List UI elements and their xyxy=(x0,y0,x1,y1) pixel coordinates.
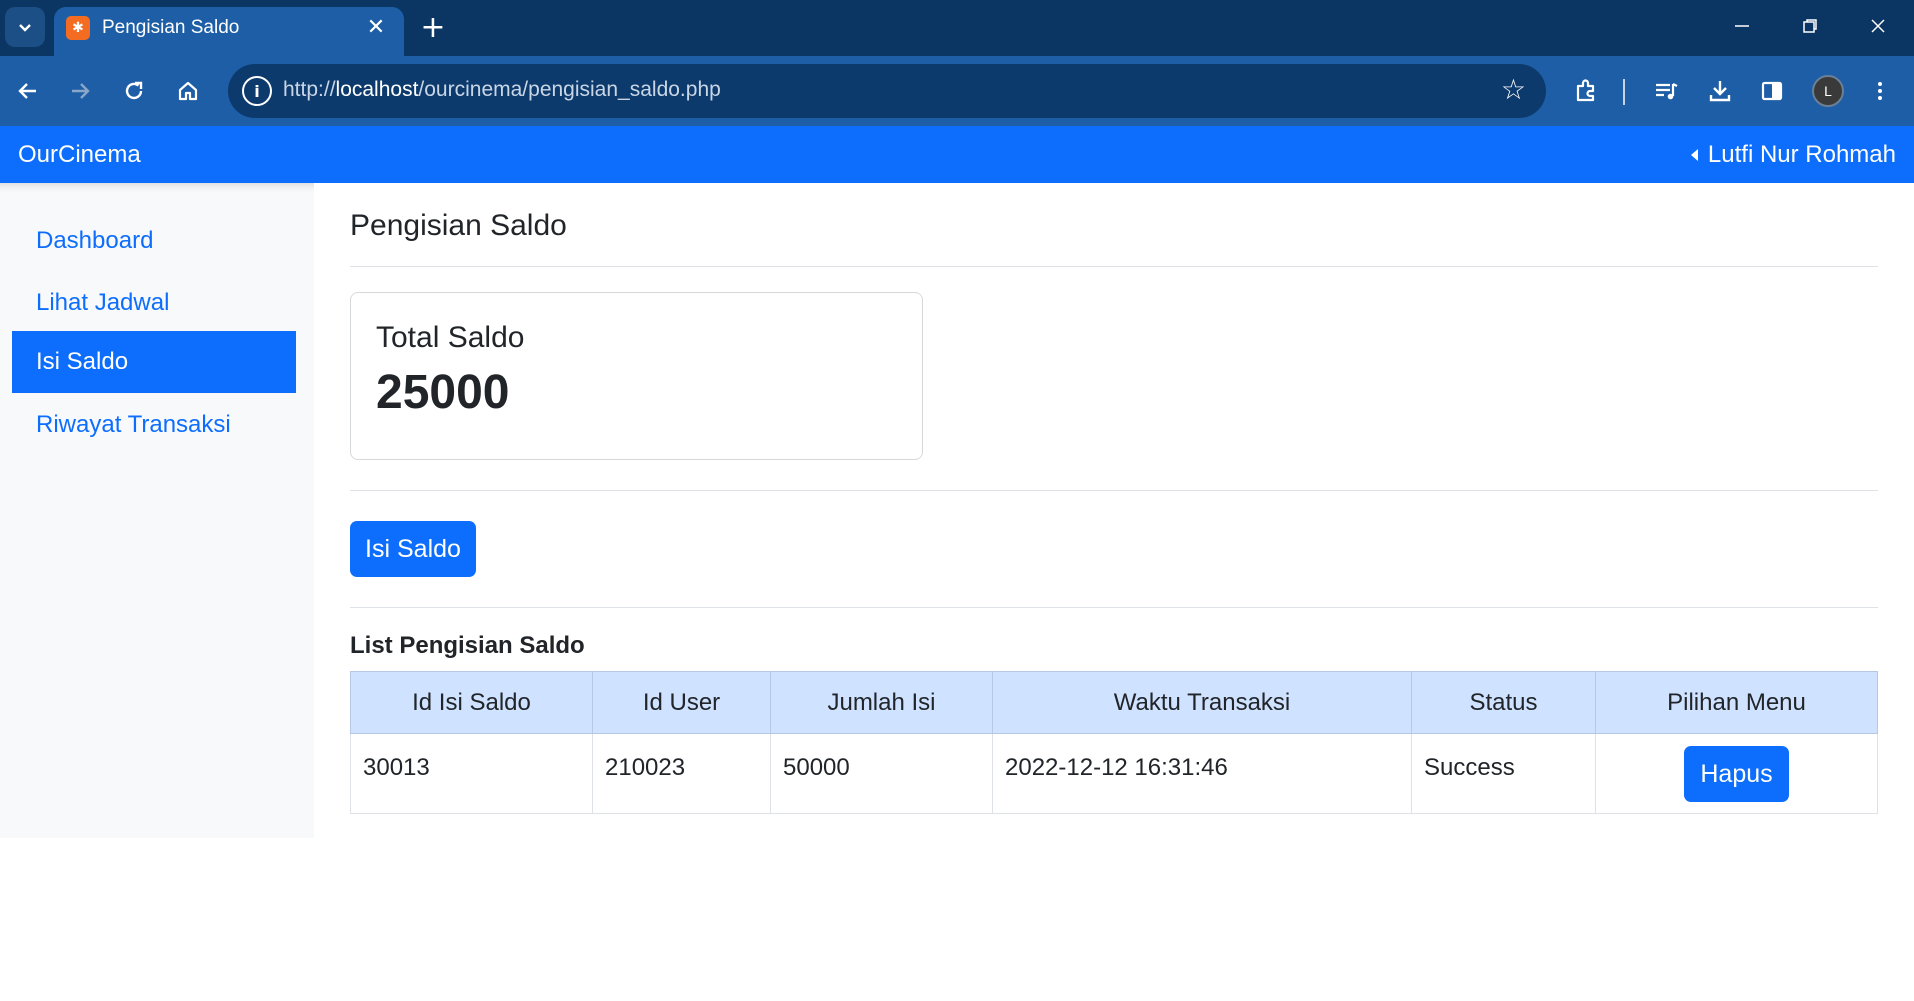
forward-button[interactable] xyxy=(58,69,102,113)
arrow-left-icon xyxy=(18,83,36,99)
sidebar-item-label: Dashboard xyxy=(36,227,154,254)
saldo-table: Id Isi Saldo Id User Jumlah Isi Waktu Tr… xyxy=(350,671,1878,814)
sidebar-item-isi-saldo[interactable]: Isi Saldo xyxy=(12,331,296,393)
restore-button[interactable] xyxy=(1782,6,1838,46)
page-title: Pengisian Saldo xyxy=(350,209,567,242)
sidebar-item-label: Riwayat Transaksi xyxy=(36,411,231,438)
divider xyxy=(350,266,1878,267)
browser-tab-active[interactable]: ✱ Pengisian Saldo ✕ xyxy=(54,7,404,56)
sidebar-item-riwayat-transaksi[interactable]: Riwayat Transaksi xyxy=(12,394,296,456)
sidebar-item-label: Lihat Jadwal xyxy=(36,289,170,316)
caret-left-icon xyxy=(1690,149,1698,161)
profile-avatar[interactable]: L xyxy=(1812,75,1844,107)
minimize-icon xyxy=(1735,25,1749,27)
browser-tabstrip: ✱ Pengisian Saldo ✕ + xyxy=(0,0,1914,56)
tab-search-button[interactable] xyxy=(5,7,45,47)
list-title: List Pengisian Saldo xyxy=(350,632,585,659)
column-header: Jumlah Isi xyxy=(770,671,993,734)
toolbar-divider xyxy=(1623,79,1625,105)
sidebar-item-lihat-jadwal[interactable]: Lihat Jadwal xyxy=(12,272,296,334)
sidebar-item-label: Isi Saldo xyxy=(36,348,129,375)
restore-icon xyxy=(1803,19,1817,33)
cell-action: Hapus xyxy=(1595,733,1878,814)
app-navbar: OurCinema Lutfi Nur Rohmah xyxy=(0,126,1914,183)
close-icon xyxy=(1871,19,1885,33)
user-dropdown[interactable]: Lutfi Nur Rohmah xyxy=(1690,141,1896,169)
back-button[interactable] xyxy=(6,69,50,113)
cell-amount: 50000 xyxy=(770,733,993,814)
hapus-button[interactable]: Hapus xyxy=(1684,746,1789,802)
divider xyxy=(350,490,1878,491)
tab-title: Pengisian Saldo xyxy=(102,17,240,38)
playlist-icon xyxy=(1656,83,1678,100)
column-header: Waktu Transaksi xyxy=(992,671,1412,734)
browser-menu-button[interactable] xyxy=(1858,69,1902,113)
user-name: Lutfi Nur Rohmah xyxy=(1707,141,1896,168)
tab-close-icon[interactable]: ✕ xyxy=(362,13,390,41)
new-tab-button[interactable]: + xyxy=(416,10,450,45)
column-header: Id User xyxy=(592,671,771,734)
site-info-icon[interactable]: i xyxy=(242,76,272,106)
arrow-right-icon xyxy=(72,83,90,99)
xampp-favicon-icon: ✱ xyxy=(66,16,90,40)
table-header-row: Id Isi Saldo Id User Jumlah Isi Waktu Tr… xyxy=(350,671,1878,734)
side-panel-button[interactable] xyxy=(1750,69,1794,113)
reload-icon xyxy=(125,81,143,100)
url-text[interactable]: http://localhost/ourcinema/pengisian_sal… xyxy=(283,78,721,102)
total-saldo-card: Total Saldo 25000 xyxy=(350,292,923,460)
browser-toolbar: i http://localhost/ourcinema/pengisian_s… xyxy=(0,56,1914,126)
cell-time: 2022-12-12 16:31:46 xyxy=(992,733,1412,814)
close-window-button[interactable] xyxy=(1850,6,1906,46)
sidebar-item-dashboard[interactable]: Dashboard xyxy=(12,210,296,272)
home-icon xyxy=(178,81,198,101)
cell-id: 30013 xyxy=(350,733,593,814)
column-header: Id Isi Saldo xyxy=(350,671,593,734)
downloads-button[interactable] xyxy=(1698,69,1742,113)
saldo-value: 25000 xyxy=(376,366,510,419)
extensions-button[interactable] xyxy=(1564,69,1608,113)
column-header: Status xyxy=(1411,671,1596,734)
sidebar: Dashboard Lihat Jadwal Isi Saldo Riwayat… xyxy=(0,183,314,838)
address-bar[interactable]: i http://localhost/ourcinema/pengisian_s… xyxy=(228,64,1546,118)
bookmark-star-icon[interactable]: ☆ xyxy=(1501,73,1526,106)
kebab-menu-icon xyxy=(1878,82,1882,100)
cell-user: 210023 xyxy=(592,733,771,814)
cell-status: Success xyxy=(1411,733,1596,814)
side-panel-icon xyxy=(1761,81,1783,101)
puzzle-icon xyxy=(1576,79,1595,102)
media-controls-button[interactable] xyxy=(1644,69,1688,113)
column-header: Pilihan Menu xyxy=(1595,671,1878,734)
chevron-down-icon xyxy=(19,24,31,32)
reload-button[interactable] xyxy=(112,69,156,113)
divider xyxy=(350,607,1878,608)
download-icon xyxy=(1709,81,1731,102)
card-title: Total Saldo xyxy=(376,321,525,354)
isi-saldo-button[interactable]: Isi Saldo xyxy=(350,521,476,577)
home-button[interactable] xyxy=(166,69,210,113)
minimize-button[interactable] xyxy=(1714,6,1770,46)
brand-link[interactable]: OurCinema xyxy=(18,141,141,169)
table-row: 30013 210023 50000 2022-12-12 16:31:46 S… xyxy=(350,733,1878,814)
